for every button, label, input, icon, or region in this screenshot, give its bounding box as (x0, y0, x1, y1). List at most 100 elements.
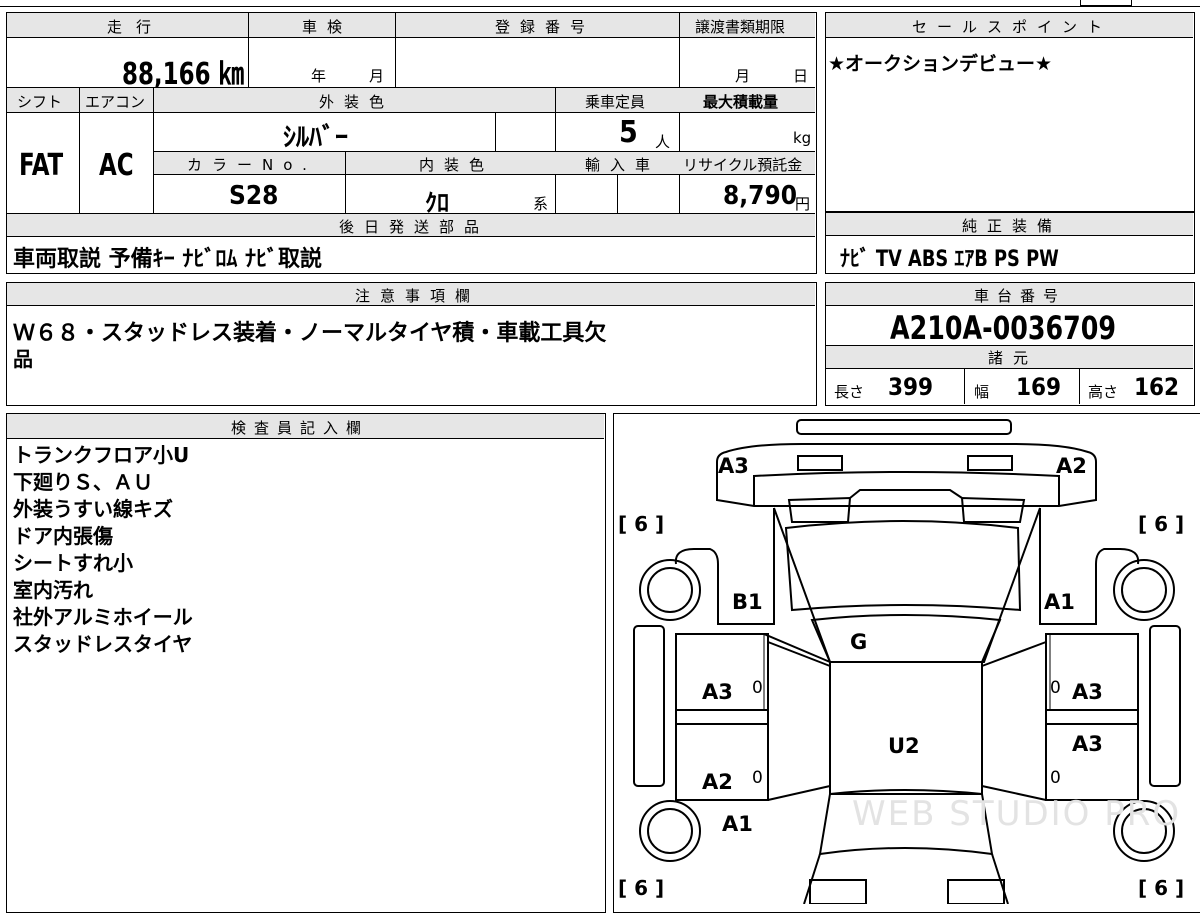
recycle-label: リサイクル預託金 (683, 156, 803, 174)
import-label: 輸入車 (585, 156, 661, 174)
notes-line-1: Ｗ６８・スタッドレス装着・ノーマルタイヤ積・車載工具欠 (13, 321, 607, 346)
sales-point-value: ★オークションデビュー★ (828, 53, 1053, 75)
vehicle-info-table: 走行 車検 登録番号 譲渡書類期限 88,166 ㎞ 年 月 月 日 シフト エ… (6, 12, 817, 274)
rear-glass-top (849, 489, 963, 499)
capacity-value: 5 (619, 115, 638, 150)
transfer-day: 日 (793, 67, 809, 85)
door-divider-left (675, 709, 769, 725)
aircon-label: エアコン (85, 93, 146, 111)
exterior-color-value: ｼﾙﾊﾞｰ (283, 123, 349, 153)
interior-color-label: 内装色 (419, 156, 495, 174)
tread-rear-right: [ 6 ] (1138, 512, 1185, 536)
rear-lamp-left (797, 455, 843, 471)
shaken-month: 月 (369, 67, 385, 85)
watermark: WEB STUDIO PRO (852, 794, 1182, 834)
inspector-line: 室内汚れ (13, 578, 93, 602)
mark-hood: U2 (888, 734, 920, 758)
exterior-color-label: 外装色 (319, 93, 395, 111)
shift-value: FAT (19, 148, 64, 183)
mark-rear-door-right: A3 (1072, 680, 1103, 704)
car-diagram-box: A3 A2 B1 A1 G A3 A3 A3 U2 A2 A1 [ 6 ] [ … (613, 413, 1200, 913)
transfer-deadline-label: 譲渡書類期限 (695, 18, 786, 36)
inspector-label: 検査員記入欄 (231, 419, 370, 437)
rear-glass-left (787, 496, 852, 523)
side-sill-right (1149, 625, 1181, 787)
length-value: 399 (888, 373, 934, 401)
chassis-box: 車台番号 A210A-0036709 諸元 長さ 399 幅 169 高さ 16… (825, 282, 1195, 406)
inspector-box: 検査員記入欄 トランクフロア小U 下廻りＳ、ＡＵ 外装うすい線キズ ドア内張傷 … (6, 413, 606, 913)
floor-outline (829, 662, 983, 795)
side-sill-left (633, 625, 665, 787)
height-value: 162 (1134, 373, 1180, 401)
shaken-year: 年 (311, 67, 327, 85)
height-label: 高さ (1088, 383, 1119, 401)
zero-mark: 0 (752, 768, 763, 788)
transfer-month: 月 (735, 67, 751, 85)
mark-roof: G (850, 630, 868, 654)
zero-mark: 0 (1050, 678, 1061, 698)
later-parts-label: 後日発送部品 (339, 218, 490, 236)
width-value: 169 (1016, 373, 1062, 401)
rear-lamp-right (967, 455, 1013, 471)
mileage-label: 走行 (107, 18, 166, 36)
front-lamp-right (947, 879, 1005, 904)
inspector-notes: トランクフロア小U 下廻りＳ、ＡＵ 外装うすい線キズ ドア内張傷 シートすれ小 … (13, 442, 193, 658)
inspector-line: シートすれ小 (13, 551, 133, 575)
recycle-value: 8,790 (723, 181, 797, 211)
reg-number-label: 登録番号 (495, 18, 596, 36)
mark-rear-left: A3 (718, 454, 749, 478)
mark-rear-quarter-right: A1 (1044, 590, 1075, 614)
mark-rear-door-left: A3 (702, 680, 733, 704)
inspector-line: スタッドレスタイヤ (13, 632, 193, 656)
later-parts-value: 車両取説 予備ｷｰ ﾅﾋﾞﾛﾑ ﾅﾋﾞ取説 (13, 247, 322, 272)
genuine-equipment-value: ﾅﾋﾞ TV ABS ｴｱB PS PW (840, 247, 1059, 272)
rear-bumper-outline (796, 419, 1012, 435)
color-no-label: カラーNo. (187, 156, 317, 174)
door-divider-right (1045, 709, 1139, 725)
sales-point-label: セールスポイント (912, 18, 1113, 36)
zero-mark: 0 (752, 678, 763, 698)
tread-front-left: [ 6 ] (618, 876, 665, 900)
roof-outline (773, 507, 1041, 663)
sales-point-box: セールスポイント ★オークションデビュー★ (825, 12, 1195, 212)
chassis-number: A210A-0036709 (890, 309, 1117, 347)
length-label: 長さ (834, 383, 865, 401)
genuine-equipment-label: 純正装備 (962, 217, 1063, 235)
max-load-label: 最大積載量 (703, 93, 779, 111)
inspector-line: トランクフロア小U (13, 443, 190, 467)
rear-glass-right (960, 496, 1026, 523)
inspector-line: 下廻りＳ、ＡＵ (13, 470, 153, 494)
capacity-label: 乗車定員 (585, 93, 646, 111)
specs-label: 諸元 (988, 349, 1039, 367)
chassis-label: 車台番号 (974, 287, 1067, 305)
aircon-value: AC (99, 148, 134, 183)
capacity-unit: 人 (655, 133, 671, 151)
tread-front-right: [ 6 ] (1138, 876, 1185, 900)
tread-rear-left: [ 6 ] (618, 512, 665, 536)
max-load-unit: kg (793, 129, 812, 147)
interior-color-suffix: 系 (533, 195, 549, 213)
notes-box: 注意事項欄 Ｗ６８・スタッドレス装着・ノーマルタイヤ積・車載工具欠 品 (6, 282, 817, 406)
top-edge-line (0, 6, 1200, 7)
shift-label: シフト (17, 93, 63, 111)
front-lamp-left (809, 879, 867, 904)
top-right-cell (1080, 0, 1132, 6)
inspector-line: ドア内張傷 (13, 524, 113, 548)
notes-label: 注意事項欄 (355, 287, 481, 305)
zero-mark: 0 (1050, 768, 1061, 788)
width-label: 幅 (974, 383, 990, 401)
shaken-label: 車検 (302, 18, 353, 36)
color-no-value: S28 (229, 181, 279, 211)
inspector-line: 外装うすい線キズ (13, 497, 173, 521)
recycle-unit: 円 (795, 195, 811, 213)
mark-rear-quarter-left: B1 (732, 590, 763, 614)
rear-window (784, 520, 1022, 612)
genuine-equipment-box: 純正装備 ﾅﾋﾞ TV ABS ｴｱB PS PW (825, 212, 1195, 274)
notes-line-2: 品 (13, 347, 33, 371)
mark-front-door-right: A3 (1072, 732, 1103, 756)
mark-front-fender-left: A1 (722, 812, 753, 836)
mark-rear-right: A2 (1056, 454, 1087, 478)
mark-front-door-left: A2 (702, 770, 733, 794)
inspector-line: 社外アルミホイール (13, 605, 193, 629)
roof-panel (810, 614, 1002, 663)
